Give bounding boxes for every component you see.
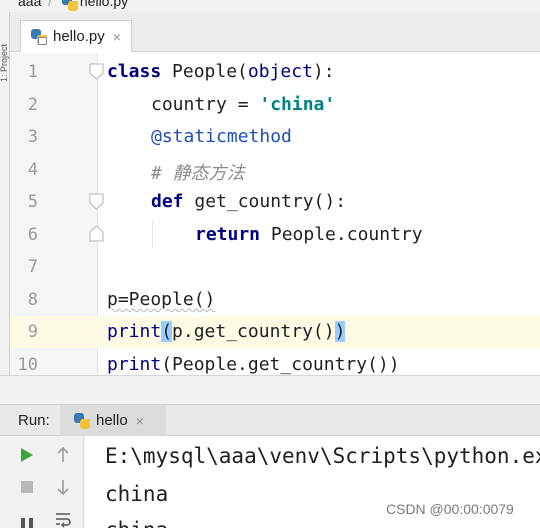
- paren: (: [237, 61, 248, 82]
- brace-match: ): [334, 321, 346, 342]
- editor-tab-hello[interactable]: hello.py ×: [20, 20, 132, 52]
- code-line-3: @staticmethod: [151, 126, 292, 147]
- line-number: 3: [27, 127, 38, 147]
- editor-tab-bar: hello.py ×: [10, 12, 540, 52]
- call-expression: p.get_country(): [172, 321, 335, 342]
- line-number: 4: [27, 160, 38, 180]
- console-line: E:\mysql\aaa\venv\Scripts\python.exe: [105, 444, 540, 468]
- return-expression: People.country: [260, 224, 423, 245]
- breadcrumb: aaa / hello.py: [0, 0, 540, 12]
- code-line-4: # 静态方法: [151, 159, 245, 185]
- code-line-5: def get_country():: [151, 191, 346, 212]
- keyword: return: [195, 224, 261, 245]
- class-name: People: [161, 61, 238, 82]
- line-number: 9: [27, 322, 38, 342]
- string-literal: 'china': [259, 94, 336, 115]
- python-file-icon: [62, 0, 78, 11]
- code-line-2: country = 'china': [151, 94, 335, 115]
- fold-end-icon[interactable]: [88, 225, 105, 242]
- line-number: 6: [27, 225, 38, 245]
- stop-icon[interactable]: [16, 476, 38, 498]
- assignment: country =: [151, 94, 260, 115]
- brace-match: (: [161, 321, 173, 342]
- run-tab-label: hello: [96, 412, 128, 429]
- fold-marker-icon[interactable]: [88, 193, 105, 210]
- breadcrumb-folder[interactable]: aaa: [18, 0, 41, 9]
- paren: ):: [312, 61, 335, 82]
- fold-marker-icon[interactable]: [88, 63, 105, 80]
- watermark: CSDN @00:00:0079: [386, 501, 514, 517]
- code-line-10: print(People.get_country()): [107, 354, 400, 375]
- arrow-down-icon[interactable]: [52, 476, 74, 498]
- run-tab-hello[interactable]: hello ×: [60, 405, 166, 436]
- python-file-icon: [31, 28, 47, 45]
- python-icon: [74, 412, 90, 429]
- code-line-9: print(p.get_country()): [107, 321, 346, 342]
- line-number: 5: [27, 192, 38, 212]
- breadcrumb-file[interactable]: hello.py: [62, 0, 129, 11]
- soft-wrap-icon[interactable]: [52, 508, 74, 528]
- builtin: object: [247, 61, 313, 82]
- comment: # 静态方法: [151, 163, 245, 184]
- decorator: @staticmethod: [151, 126, 292, 147]
- function-signature: get_country():: [183, 191, 347, 212]
- console-line: china: [105, 482, 169, 506]
- line-number: 10: [17, 355, 38, 375]
- indent-guide: [152, 220, 153, 248]
- builtin: print: [107, 321, 162, 342]
- line-number: 7: [27, 257, 38, 277]
- pause-icon[interactable]: [16, 512, 38, 528]
- code-line-1: class People(object):: [107, 61, 335, 82]
- rerun-icon[interactable]: [16, 444, 38, 466]
- breadcrumb-file-label: hello.py: [79, 0, 129, 9]
- code-line-8: p=People(): [107, 289, 215, 310]
- run-toolbar: [0, 436, 84, 528]
- left-tool-strip: 1: Project: [0, 12, 10, 404]
- line-number: 8: [27, 290, 38, 310]
- builtin: print: [107, 354, 162, 375]
- assignment: p=People(): [107, 289, 216, 310]
- console-line: china: [105, 518, 168, 528]
- project-tool-tab[interactable]: 1: Project: [0, 44, 9, 82]
- close-icon[interactable]: ×: [136, 413, 144, 429]
- keyword: def: [151, 191, 184, 212]
- keyword: class: [107, 61, 162, 82]
- editor-tab-label: hello.py: [53, 28, 105, 45]
- editor-bottom-divider: [0, 375, 540, 404]
- code-line-6: return People.country: [195, 224, 423, 245]
- run-tool-window-header: Run: hello ×: [0, 404, 540, 436]
- line-number: 2: [27, 95, 38, 115]
- arrow-up-icon[interactable]: [52, 444, 74, 466]
- breadcrumb-separator: /: [48, 0, 52, 9]
- run-title: Run:: [18, 412, 50, 429]
- call-expression: (People.get_country()): [161, 354, 400, 375]
- line-number: 1: [27, 62, 38, 82]
- close-icon[interactable]: ×: [113, 30, 121, 44]
